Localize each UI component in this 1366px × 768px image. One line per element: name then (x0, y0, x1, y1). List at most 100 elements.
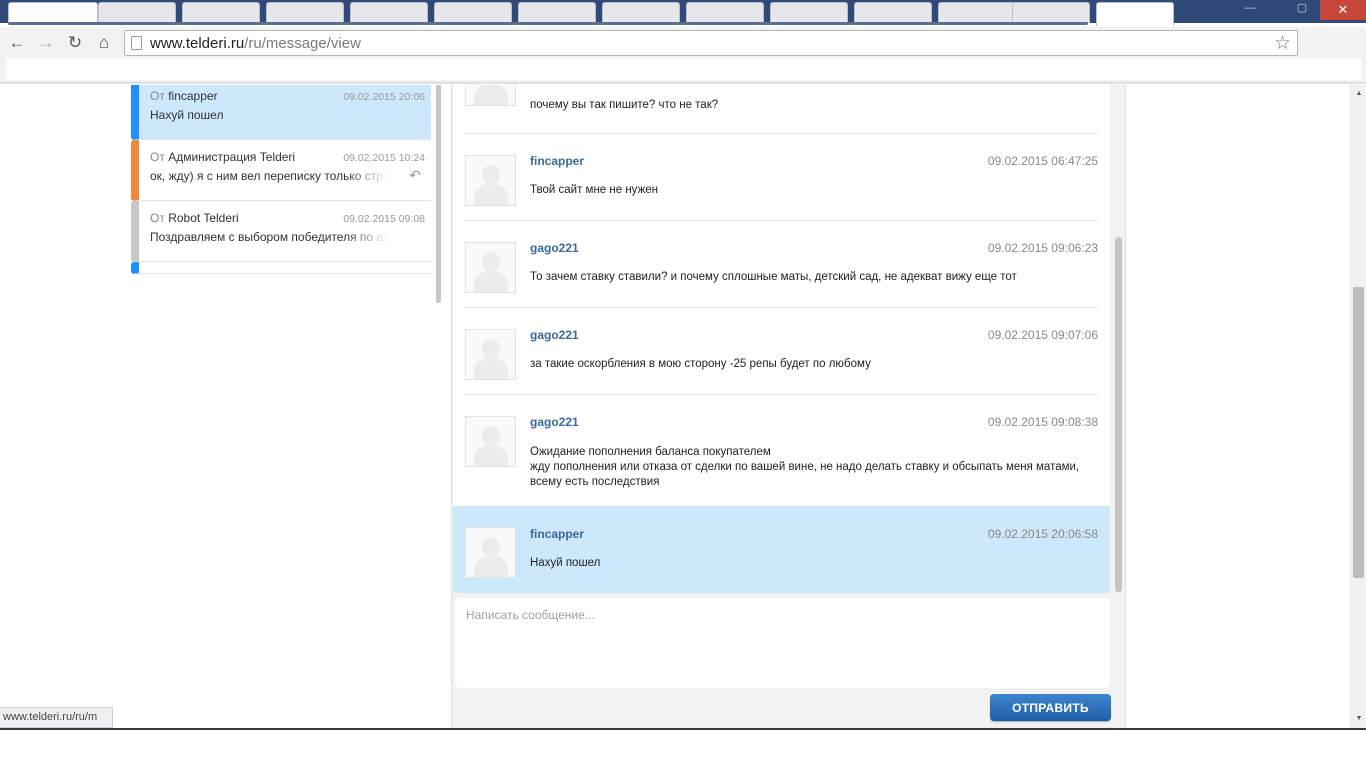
message-item: почему вы так пишите? что не так? (453, 85, 1110, 134)
dialog-from-prefix: От (150, 150, 165, 164)
tab-strip: — ▢ ✕ (0, 0, 1366, 27)
url-host: www.telderi.ru (150, 35, 245, 52)
message-list: почему вы так пишите? что не так? fincap… (453, 85, 1110, 593)
message-item: gago221 09.02.2015 09:06:23 То зачем ста… (453, 221, 1110, 308)
browser-tab[interactable] (518, 2, 596, 23)
url-path: /ru/message/view (244, 35, 361, 52)
reply-icon: ↶ (409, 167, 421, 183)
message-line: почему вы так пишите? что не так? (530, 99, 719, 111)
message-line: за такие оскорбления в мою сторону -25 р… (530, 358, 871, 370)
browser-tab[interactable] (854, 2, 932, 23)
browser-tab[interactable] (602, 2, 680, 23)
page-viewport: От fincapper 09.02.2015 20:06 Нахуй поше… (0, 85, 1350, 729)
message-author[interactable]: gago221 (530, 415, 579, 429)
scroll-up-arrow-icon[interactable]: ▲ (1351, 87, 1366, 101)
message-text: Ожидание пополнения баланса покупателем … (530, 445, 1090, 490)
message-timestamp: 09.02.2015 06:47:25 (987, 154, 1098, 168)
forward-arrow-icon[interactable]: → (34, 31, 58, 55)
dialog-sender-name: Robot Telderi (168, 211, 239, 225)
window-restore-button[interactable]: ▢ (1288, 0, 1316, 18)
message-item: gago221 09.02.2015 09:08:38 Ожидание поп… (453, 395, 1110, 506)
status-bubble: www.telderi.ru/ru/m (0, 707, 113, 728)
chat-panel: почему вы так пишите? что не так? fincap… (451, 85, 1126, 729)
send-button[interactable]: ОТПРАВИТЬ (990, 694, 1111, 721)
dialog-list-scrollbar[interactable] (436, 85, 441, 303)
browser-tab[interactable] (98, 2, 176, 23)
dialog-snippet: Нахуй пошел (150, 108, 224, 122)
message-item: gago221 09.02.2015 09:07:06 за такие оск… (453, 308, 1110, 395)
dialog-sender: От Администрация Telderi (150, 150, 295, 164)
bookmarks-bar (0, 58, 1366, 82)
message-line: То зачем ставку ставили? и почему сплошн… (530, 271, 1017, 283)
message-timestamp: 09.02.2015 09:07:06 (987, 328, 1098, 342)
message-author[interactable]: fincapper (530, 527, 584, 541)
home-icon[interactable]: ⌂ (92, 31, 116, 55)
window-close-button[interactable]: ✕ (1320, 0, 1366, 20)
avatar (465, 416, 516, 467)
page-scrollbar[interactable]: ▲ ▼ (1350, 85, 1366, 729)
dialog-from-prefix: От (150, 211, 165, 225)
browser-tab[interactable] (1012, 2, 1090, 23)
reload-icon[interactable]: ↻ (63, 31, 87, 55)
message-timestamp: 09.02.2015 09:06:23 (987, 241, 1098, 255)
browser-tab[interactable] (686, 2, 764, 23)
browser-tab-active[interactable] (1096, 2, 1174, 26)
browser-tab[interactable] (434, 2, 512, 23)
page-scrollbar-thumb[interactable] (1353, 287, 1364, 578)
avatar (465, 155, 516, 206)
address-url: www.telderi.ru/ru/message/view (150, 35, 361, 52)
browser-toolbar: ← → ↻ ⌂ www.telderi.ru/ru/message/view ☆… (0, 27, 1366, 79)
window-minimize-button[interactable]: — (1236, 0, 1264, 18)
browser-tab[interactable] (8, 2, 98, 23)
browser-tab[interactable] (938, 2, 1016, 23)
message-text: за такие оскорбления в мою сторону -25 р… (530, 357, 1090, 372)
tab-strip-edge (8, 22, 1088, 25)
message-author[interactable]: gago221 (530, 328, 579, 342)
bookmarks-bar-area (6, 58, 1361, 80)
message-author[interactable]: gago221 (530, 241, 579, 255)
avatar (465, 242, 516, 293)
message-text: почему вы так пишите? что не так? (530, 98, 1090, 113)
dialog-sender: От fincapper (150, 89, 218, 103)
message-author[interactable]: fincapper (530, 154, 584, 168)
message-text: Твой сайт мне не нужен (530, 183, 1090, 198)
message-line: Твой сайт мне не нужен (530, 184, 659, 196)
scroll-down-arrow-icon[interactable]: ▼ (1351, 712, 1366, 726)
message-text: Нахуй пошел (530, 556, 1090, 571)
dialog-snippet: ок, жду) я с ним вел переписку только ст… (150, 169, 388, 183)
message-line: жду пополнения или отказа от сделки по в… (530, 461, 1080, 488)
browser-tab[interactable] (770, 2, 848, 23)
below-window-area (0, 730, 1366, 768)
avatar (465, 527, 516, 578)
message-timestamp: 09.02.2015 20:06:58 (987, 527, 1098, 541)
back-arrow-icon[interactable]: ← (5, 31, 29, 55)
message-input[interactable] (455, 598, 1110, 688)
message-list-scrollbar[interactable] (1115, 237, 1122, 592)
browser-tab[interactable] (266, 2, 344, 23)
browser-tab[interactable] (182, 2, 260, 23)
message-text: То зачем ставку ставили? и почему сплошн… (530, 270, 1090, 285)
message-line: Нахуй пошел (530, 557, 601, 569)
dialog-sender: От Robot Telderi (150, 211, 239, 225)
address-bar[interactable]: www.telderi.ru/ru/message/view ☆ (124, 30, 1298, 56)
dialog-sender-name: Администрация Telderi (168, 150, 296, 164)
dialog-date: 09.02.2015 20:06 (343, 91, 425, 103)
dialog-item[interactable]: От Robot Telderi 09.02.2015 09:08 Поздра… (131, 201, 431, 262)
dialog-date: 09.02.2015 09:08 (343, 213, 425, 225)
message-timestamp: 09.02.2015 09:08:38 (987, 415, 1098, 429)
avatar (465, 85, 516, 106)
message-line: Ожидание пополнения баланса покупателем (530, 446, 771, 458)
bookmark-star-icon[interactable]: ☆ (1274, 32, 1291, 55)
dialog-item[interactable]: От Администрация Telderi 09.02.2015 10:2… (131, 140, 431, 201)
dialog-item[interactable] (131, 262, 431, 274)
dialog-snippet: Поздравляем с выбором победителя по аукц… (150, 230, 388, 244)
browser-tab[interactable] (350, 2, 428, 23)
dialog-date: 09.02.2015 10:24 (343, 152, 425, 164)
message-item-highlighted: fincapper 09.02.2015 20:06:58 Нахуй поше… (453, 506, 1110, 593)
dialog-from-prefix: От (150, 89, 165, 103)
dialog-list: От fincapper 09.02.2015 20:06 Нахуй поше… (131, 85, 431, 274)
dialog-sender-name: fincapper (168, 89, 218, 103)
dialog-item[interactable]: От fincapper 09.02.2015 20:06 Нахуй поше… (131, 85, 431, 140)
page-icon (131, 36, 142, 50)
message-item: fincapper 09.02.2015 06:47:25 Твой сайт … (453, 134, 1110, 221)
